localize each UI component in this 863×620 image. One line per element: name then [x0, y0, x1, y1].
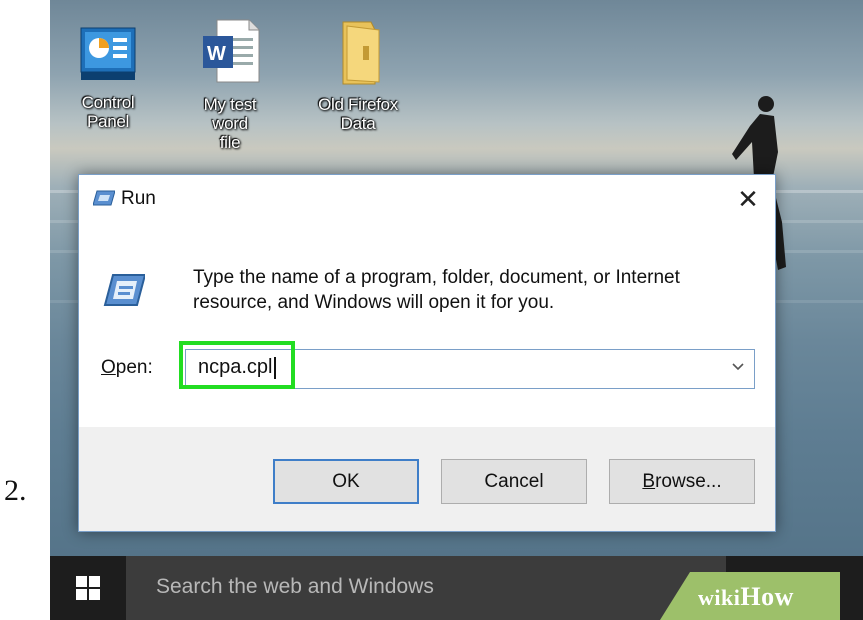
close-button[interactable]: ✕ [729, 181, 767, 219]
run-dialog: Run ✕ Type the name of a program, folder… [78, 174, 776, 532]
ok-button[interactable]: OK [273, 459, 419, 504]
svg-text:W: W [207, 43, 226, 65]
run-icon [93, 190, 115, 206]
chevron-down-icon[interactable] [730, 359, 746, 375]
desktop-icon-label: Control Panel [81, 93, 135, 131]
close-icon: ✕ [737, 184, 759, 214]
step-number: 2. [4, 474, 27, 507]
title-bar[interactable]: Run ✕ [79, 175, 775, 225]
windows-logo-icon[interactable] [76, 576, 100, 600]
cancel-button[interactable]: Cancel [441, 459, 587, 504]
dialog-message: Type the name of a program, folder, docu… [193, 267, 680, 313]
word-document-icon: W [203, 19, 260, 83]
search-placeholder: Search the web and Windows [156, 575, 434, 598]
desktop-icon-firefox-data[interactable]: Old Firefox Data [316, 16, 400, 133]
dialog-body: Type the name of a program, folder, docu… [79, 225, 775, 427]
dialog-title: Run [121, 188, 156, 209]
taskbar-search-box[interactable]: Search the web and Windows [126, 556, 726, 620]
desktop-icon-word-file[interactable]: W My test word file [188, 16, 272, 152]
wikihow-logo: wikiHow [698, 582, 794, 611]
desktop-icon-label: Old Firefox Data [318, 95, 398, 133]
folder-icon [342, 21, 380, 85]
desktop-icon-control-panel[interactable]: Control Panel [66, 24, 150, 131]
run-large-icon [103, 274, 145, 306]
control-panel-icon [80, 27, 136, 80]
open-label: Open: [101, 357, 153, 378]
input-highlight-box [179, 341, 295, 389]
browse-button[interactable]: Browse... [609, 459, 755, 504]
desktop-icon-label: My test word file [203, 95, 257, 152]
wikihow-watermark: wikiHow [660, 572, 840, 620]
